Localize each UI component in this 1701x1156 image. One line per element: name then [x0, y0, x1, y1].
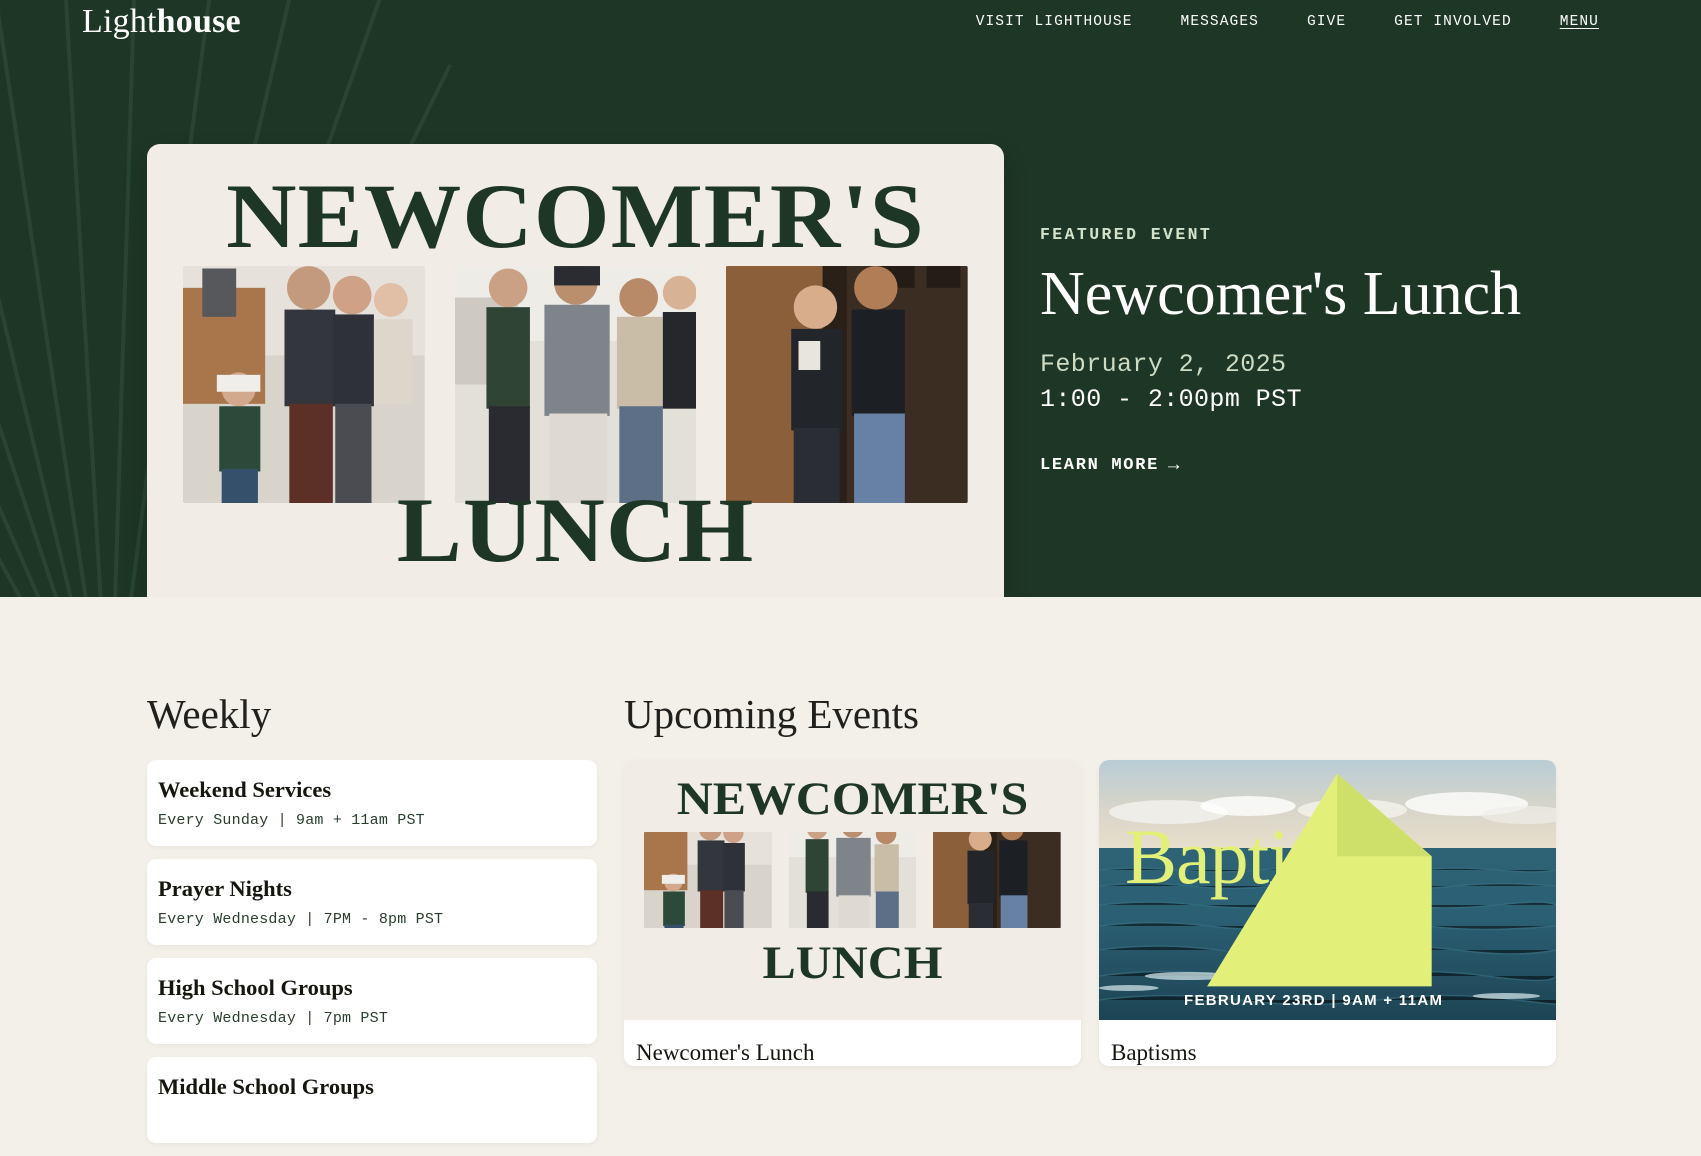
lower-content-section: Weekly Weekend Services Every Sunday | 9…	[0, 597, 1701, 1143]
poster-photo-2	[454, 266, 697, 503]
lighthouse-mark-icon	[1207, 773, 1432, 987]
poster-headline-bottom: LUNCH	[396, 479, 755, 581]
weekly-item-title: High School Groups	[158, 975, 353, 1000]
featured-event-details: FEATURED EVENT Newcomer's Lunch February…	[1040, 225, 1660, 475]
upcoming-events-grid: NEWCOMER'S LUNCH Newcomer's Lunch Baptis…	[624, 760, 1564, 1066]
poster-photo-1	[183, 266, 425, 503]
learn-more-label: LEARN MORE	[1040, 455, 1160, 475]
arrow-right-icon: →	[1168, 453, 1182, 476]
thumb-photo-1	[644, 832, 772, 928]
baptisms-ocean-thumb: Baptisms FEBRUARY 23RD | 9AM + 11AM	[1099, 760, 1556, 1020]
event-card-title: Newcomer's Lunch	[636, 1040, 815, 1065]
weekly-item-schedule: Every Wednesday | 7pm PST	[158, 1010, 389, 1027]
learn-more-link[interactable]: LEARN MORE →	[1040, 453, 1182, 476]
nav-messages[interactable]: MESSAGES	[1157, 14, 1283, 30]
nav-give[interactable]: GIVE	[1283, 14, 1370, 30]
nav-menu[interactable]: MENU	[1536, 14, 1675, 30]
poster-photo-3	[726, 266, 969, 503]
weekly-item-schedule: Every Sunday | 9am + 11am PST	[158, 812, 425, 829]
weekly-item-high-school-groups[interactable]: High School Groups Every Wednesday | 7pm…	[147, 958, 597, 1044]
featured-event-eyebrow: FEATURED EVENT	[1040, 225, 1213, 244]
event-card-newcomers-lunch[interactable]: NEWCOMER'S LUNCH Newcomer's Lunch	[624, 760, 1081, 1066]
thumb-photo-3	[933, 832, 1062, 928]
weekly-column: Weekly Weekend Services Every Sunday | 9…	[147, 690, 597, 1156]
event-card-baptisms[interactable]: Baptisms FEBRUARY 23RD | 9AM + 11AM Bapt…	[1099, 760, 1556, 1066]
hero-section: Lighthouse VISIT LIGHTHOUSE MESSAGES GIV…	[0, 0, 1701, 597]
event-card-title: Baptisms	[1111, 1040, 1197, 1065]
weekly-item-weekend-services[interactable]: Weekend Services Every Sunday | 9am + 11…	[147, 760, 597, 846]
featured-event-title: Newcomer's Lunch	[1040, 260, 1522, 328]
logo-light-part: Light	[82, 3, 157, 40]
weekly-item-schedule: Every Wednesday | 7PM - 8pm PST	[158, 911, 444, 928]
thumb-headline-bottom: LUNCH	[762, 937, 943, 989]
upcoming-events-column: Upcoming Events NEWCOMER'S LUNCH Newcome…	[624, 690, 1564, 1066]
site-logo[interactable]: Lighthouse	[82, 3, 241, 41]
thumb-photo-2	[788, 832, 917, 928]
weekly-item-prayer-nights[interactable]: Prayer Nights Every Wednesday | 7PM - 8p…	[147, 859, 597, 945]
thumb-photo-strip	[644, 832, 1062, 928]
weekly-item-title: Weekend Services	[158, 777, 332, 802]
top-navigation: Lighthouse VISIT LIGHTHOUSE MESSAGES GIV…	[0, 0, 1701, 48]
thumb-headline-top: NEWCOMER'S	[676, 773, 1029, 825]
featured-event-poster-card[interactable]: NEWCOMER'S LUNCH	[147, 144, 1004, 597]
weekly-item-middle-school-groups[interactable]: Middle School Groups	[147, 1057, 597, 1143]
weekly-heading: Weekly	[147, 691, 272, 737]
weekly-item-title: Prayer Nights	[158, 876, 292, 901]
nav-get-involved[interactable]: GET INVOLVED	[1370, 14, 1536, 30]
event-thumbnail: Baptisms FEBRUARY 23RD | 9AM + 11AM	[1099, 760, 1556, 1020]
weekly-item-title: Middle School Groups	[158, 1074, 374, 1099]
poster-headline-top: NEWCOMER'S	[226, 165, 925, 267]
event-thumbnail: NEWCOMER'S LUNCH	[624, 760, 1081, 1020]
upcoming-events-heading: Upcoming Events	[624, 691, 919, 737]
nav-links: VISIT LIGHTHOUSE MESSAGES GIVE GET INVOL…	[952, 14, 1675, 30]
logo-bold-part: house	[156, 3, 241, 40]
featured-event-time: 1:00 - 2:00pm PST	[1040, 384, 1302, 414]
poster-photo-strip	[183, 266, 969, 503]
newcomers-lunch-poster-thumb: NEWCOMER'S LUNCH	[624, 760, 1081, 1020]
featured-event-date: February 2, 2025	[1040, 349, 1287, 379]
nav-visit-lighthouse[interactable]: VISIT LIGHTHOUSE	[952, 14, 1157, 30]
